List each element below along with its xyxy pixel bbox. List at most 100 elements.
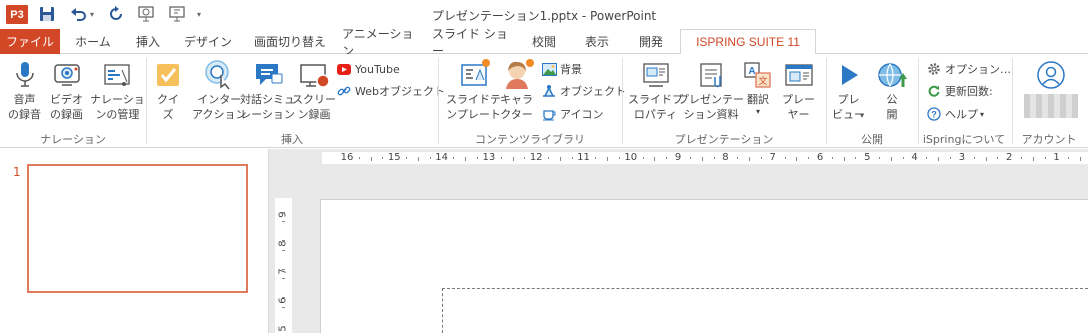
tab-developer[interactable]: 開発	[630, 29, 672, 54]
ruler-tick: 2	[1006, 152, 1013, 163]
ruler-minor-tick	[282, 240, 285, 241]
youtube-icon	[337, 63, 351, 75]
help-dropdown-icon[interactable]: ▾	[980, 110, 984, 119]
account-name-blurred	[1024, 94, 1078, 118]
ruler-minor-tick	[1080, 157, 1082, 161]
tab-review[interactable]: 校閲	[524, 29, 564, 54]
slide-properties-button[interactable]: スライドプ ロパティ	[628, 58, 683, 122]
tab-file[interactable]: ファイル	[0, 29, 60, 54]
group-separator	[1012, 58, 1013, 144]
ruler-tick: 4	[911, 152, 918, 163]
slide-templates-button[interactable]: スライドテ ンプレート	[446, 58, 501, 122]
backgrounds-button[interactable]: 背景	[541, 59, 582, 79]
ruler-minor-tick	[890, 157, 892, 161]
tab-home[interactable]: ホーム	[70, 29, 116, 54]
ruler-tick: 8	[277, 239, 289, 247]
player-button[interactable]: プレー ヤー	[782, 58, 815, 122]
ruler-minor-tick	[855, 157, 857, 159]
content-placeholder[interactable]	[442, 288, 1088, 333]
globe-upload-icon	[878, 63, 907, 87]
help-button[interactable]: ? ヘルプ ▾	[926, 104, 984, 124]
ruler-minor-tick	[595, 157, 597, 159]
ruler-minor-tick	[453, 157, 455, 159]
ruler-minor-tick	[831, 157, 833, 159]
manage-narration-button[interactable]: ナレーショ ンの管理	[90, 58, 145, 122]
characters-button[interactable]: キャラ クター	[500, 58, 534, 122]
ruler-tick: 7	[277, 268, 289, 275]
tab-view[interactable]: 表示	[576, 29, 618, 54]
ruler-minor-tick	[282, 268, 285, 270]
ruler-tick: 13	[482, 152, 496, 163]
gear-icon	[928, 63, 940, 75]
ruler-tick: 10	[624, 152, 638, 163]
ruler-tick: 9	[674, 152, 682, 163]
ruler-minor-tick	[358, 157, 360, 159]
ruler-minor-tick	[282, 297, 285, 298]
preview-dropdown-icon[interactable]: ▾	[860, 111, 864, 120]
slide-number: 1	[13, 165, 21, 179]
about-group-label: iSpringについて	[922, 133, 1006, 146]
publish-button[interactable]: 公 開	[876, 58, 908, 122]
icons-label: アイコン	[560, 108, 604, 121]
ruler-minor-tick	[282, 211, 285, 213]
svg-text:文: 文	[758, 75, 767, 87]
screen-record-icon	[300, 64, 330, 88]
slide-properties-label: スライドプ ロパティ	[628, 93, 683, 121]
screen-recording-button[interactable]: スクリー ン録画	[292, 58, 336, 122]
window-title: プレゼンテーション1.pptx - PowerPoint	[431, 9, 657, 23]
record-audio-button[interactable]: 音声 の録音	[8, 58, 41, 122]
ruler-minor-tick	[938, 157, 940, 161]
updates-button[interactable]: 更新回数:	[926, 81, 993, 101]
tab-insert[interactable]: 挿入	[128, 29, 168, 54]
translate-label: 翻訳	[747, 93, 769, 106]
translate-button[interactable]: A文 翻訳 ▾	[742, 58, 774, 117]
slide-templates-label: スライドテ ンプレート	[446, 93, 501, 121]
ruler-minor-tick	[406, 157, 408, 159]
youtube-button[interactable]: YouTube	[336, 59, 400, 79]
slide-thumbnail[interactable]	[27, 164, 248, 293]
help-icon: ?	[927, 107, 941, 121]
ruler-minor-tick	[607, 157, 609, 161]
quiz-button[interactable]: クイ ズ	[152, 58, 184, 122]
interaction-button[interactable]: インター アクション	[192, 58, 246, 122]
ruler-tick: 12	[529, 152, 543, 163]
web-object-label: Webオブジェクト	[355, 85, 445, 98]
ruler-minor-tick	[654, 157, 656, 161]
link-icon	[337, 86, 351, 96]
objects-button[interactable]: オブジェクト	[541, 81, 626, 101]
ruler-minor-tick	[997, 157, 999, 159]
ruler-minor-tick	[282, 325, 285, 327]
ruler-tick: 14	[435, 152, 448, 163]
tab-animations[interactable]: アニメーション	[342, 27, 420, 58]
icons-button[interactable]: アイコン	[541, 104, 603, 124]
ruler-tick: 15	[387, 152, 401, 163]
publish-label: 公 開	[886, 93, 898, 121]
presentation-resources-button[interactable]: プレゼンテー ション資料	[678, 58, 744, 122]
account-button[interactable]	[1024, 58, 1078, 118]
ruler-minor-tick	[689, 157, 691, 159]
dialogue-simulation-button[interactable]: 対話シミュ レーション	[240, 58, 295, 122]
player-label: プレー ヤー	[782, 93, 815, 121]
svg-text:A: A	[748, 66, 755, 77]
powerpoint-window: P3 ▾ ▾ プレゼンテーション1.pptx - PowerPoint ファイル…	[0, 0, 1088, 333]
ruler-minor-tick	[1044, 157, 1046, 159]
translate-icon: A文	[744, 62, 771, 88]
ruler-minor-tick	[417, 157, 419, 161]
tab-slideshow[interactable]: スライド ショー	[432, 27, 512, 58]
record-video-button[interactable]: ビデオ の録画	[50, 58, 83, 122]
ruler-minor-tick	[512, 157, 514, 161]
tab-design[interactable]: デザイン	[180, 29, 236, 54]
tab-ispring-suite[interactable]: ISPRING SUITE 11	[680, 29, 816, 55]
objects-icon	[542, 85, 555, 97]
web-object-button[interactable]: Webオブジェクト	[336, 81, 445, 101]
ruler-minor-tick	[796, 157, 798, 161]
quiz-check-icon	[157, 64, 179, 86]
translate-dropdown-icon[interactable]: ▾	[756, 107, 760, 117]
tab-transitions[interactable]: 画面切り替え	[248, 29, 332, 54]
ruler-tick: 6	[277, 296, 289, 304]
ruler-minor-tick	[749, 157, 750, 161]
options-button[interactable]: オプション…	[926, 59, 1011, 79]
screen-recording-label: スクリー ン録画	[292, 93, 336, 121]
title-bar: P3 ▾ ▾ プレゼンテーション1.pptx - PowerPoint	[0, 0, 1088, 29]
coffee-cup-icon	[542, 110, 555, 121]
